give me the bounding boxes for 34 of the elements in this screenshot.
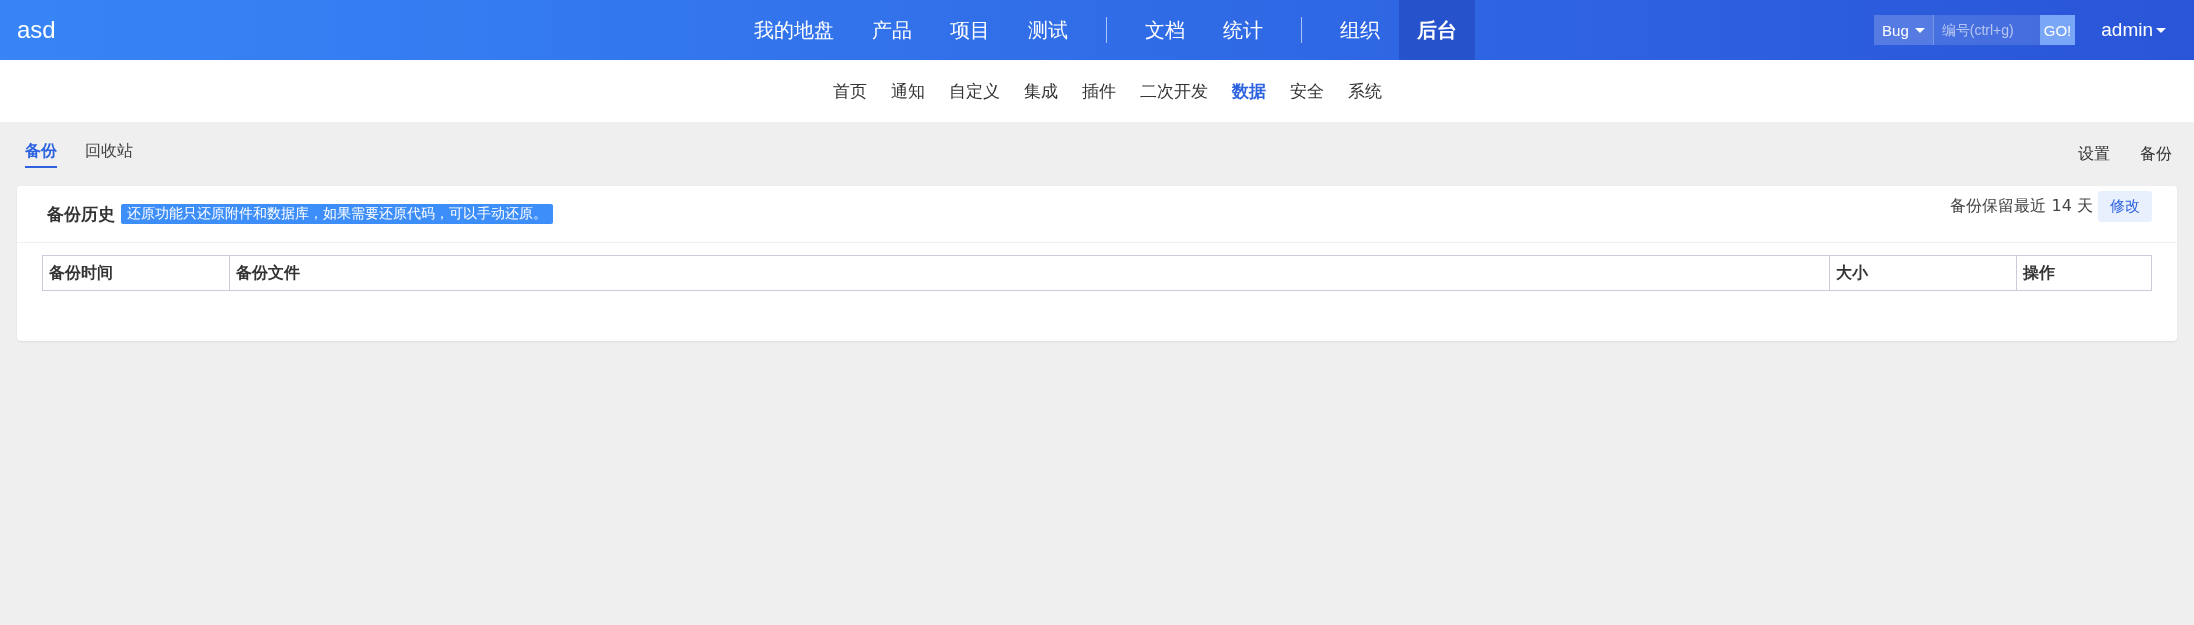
type-dropdown[interactable]: Bug <box>1874 15 1934 45</box>
action-link[interactable]: 设置 <box>2078 143 2110 165</box>
subnav-link[interactable]: 首页 <box>820 79 879 103</box>
caret-icon <box>1914 27 1925 33</box>
column-header: 操作 <box>2016 256 2151 290</box>
subnav-link[interactable]: 安全 <box>1277 79 1336 103</box>
column-header: 大小 <box>1829 256 2016 290</box>
nav-tab[interactable]: 我的地盘 <box>735 0 853 60</box>
nav-tab[interactable]: 组织 <box>1321 0 1399 60</box>
column-header: 备份时间 <box>48 262 114 284</box>
edit-button[interactable]: 修改 <box>2098 190 2152 222</box>
user-menu[interactable]: admin <box>2095 18 2172 42</box>
action-link[interactable]: 备份 <box>2140 143 2172 165</box>
tab[interactable]: 回收站 <box>85 140 133 168</box>
nav-tab[interactable]: 测试 <box>1009 0 1087 60</box>
subnav-link[interactable]: 集成 <box>1011 79 1070 103</box>
subnav-link[interactable]: 自定义 <box>936 79 1012 103</box>
nav-tab[interactable]: 项目 <box>931 0 1009 60</box>
subnav-link[interactable]: 数据 <box>1219 79 1278 103</box>
nav-tab[interactable]: 产品 <box>853 0 931 60</box>
nav-tab[interactable]: 统计 <box>1204 0 1282 60</box>
notice-label: 还原功能只还原附件和数据库，如果需要还原代码，可以手动还原。 <box>121 204 553 224</box>
nav-tab[interactable]: 文档 <box>1126 0 1204 60</box>
app-logo[interactable]: asd <box>0 16 717 44</box>
column-header: 备份文件 <box>229 256 1829 290</box>
subnav-link[interactable]: 插件 <box>1069 79 1128 103</box>
retention-text: 备份保留最近 14 天 <box>1950 195 2093 217</box>
subnav-link[interactable]: 二次开发 <box>1127 79 1220 103</box>
nav-tab[interactable]: 后台 <box>1399 0 1475 60</box>
panel-title: 备份历史 <box>47 202 115 226</box>
caret-icon <box>2156 27 2166 33</box>
subnav-link[interactable]: 通知 <box>878 79 937 103</box>
subnav-link[interactable]: 系统 <box>1335 79 1394 103</box>
tab[interactable]: 备份 <box>25 140 57 168</box>
